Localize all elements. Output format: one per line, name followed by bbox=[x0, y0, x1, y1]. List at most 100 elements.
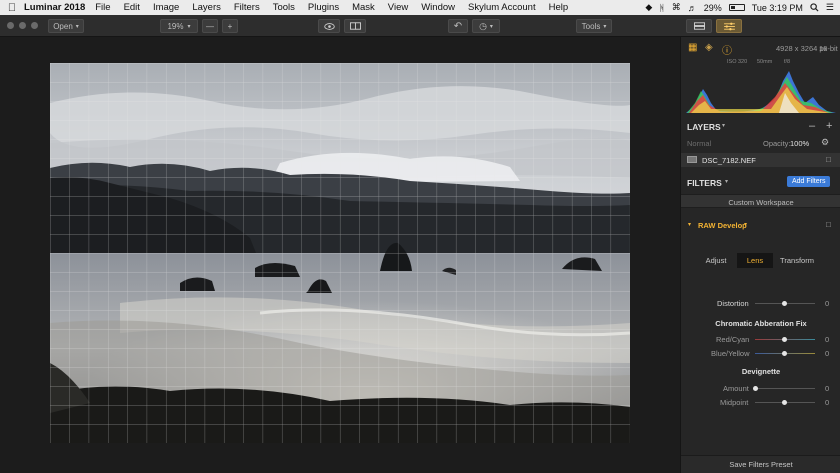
compare-button[interactable] bbox=[344, 19, 366, 33]
raw-tabs: Adjust Lens Transform bbox=[681, 253, 840, 268]
photo-image bbox=[50, 63, 630, 443]
save-filters-preset-button[interactable]: Save Filters Preset bbox=[681, 460, 840, 469]
notification-center-icon[interactable]: ☰ bbox=[826, 2, 834, 13]
panel-footer: Save Filters Preset bbox=[681, 455, 840, 473]
panel-icon-row: ▦ ◈ ⓘ 4928 x 3264 px 16-bit bbox=[681, 41, 840, 57]
menu-tools[interactable]: Tools bbox=[273, 2, 295, 13]
window-zoom-button[interactable] bbox=[31, 22, 38, 29]
tools-button[interactable]: Tools ▾ bbox=[576, 19, 612, 33]
history-icon: ◷ bbox=[479, 20, 487, 31]
bluetooth-icon[interactable]: ᚻ bbox=[659, 3, 664, 13]
volume-icon[interactable]: ♬ bbox=[688, 3, 697, 13]
distortion-value: 0 bbox=[825, 299, 830, 308]
raw-develop-header[interactable]: ▾ RAW Develop ▾ □ bbox=[681, 217, 840, 233]
red-cyan-slider[interactable] bbox=[755, 337, 815, 342]
chevron-down-icon: ▾ bbox=[187, 23, 191, 30]
menu-help[interactable]: Help bbox=[549, 2, 569, 13]
lock-icon[interactable]: □ bbox=[826, 220, 831, 229]
window-minimize-button[interactable] bbox=[19, 22, 26, 29]
red-cyan-slider-knob[interactable] bbox=[782, 337, 787, 342]
menu-app-name[interactable]: Luminar 2018 bbox=[24, 2, 85, 13]
amount-slider-row: Amount 0 bbox=[681, 382, 840, 394]
expand-triangle-icon: ▾ bbox=[688, 222, 692, 228]
opacity-label: Opacity: bbox=[763, 139, 791, 148]
filters-header: FILTERS ▾ Add Filters bbox=[681, 175, 840, 189]
menu-layers[interactable]: Layers bbox=[192, 2, 221, 13]
blend-mode-select[interactable]: Normal bbox=[687, 139, 711, 148]
layer-row[interactable]: DSC_7182.NEF □ bbox=[681, 153, 840, 167]
layers-icon[interactable]: ◈ bbox=[705, 42, 713, 53]
info-icon[interactable]: ⓘ bbox=[722, 42, 732, 57]
distortion-slider-knob[interactable] bbox=[782, 301, 787, 306]
tab-adjust[interactable]: Adjust bbox=[698, 253, 734, 268]
midpoint-slider-knob[interactable] bbox=[782, 400, 787, 405]
history-button[interactable]: ◷ ▾ bbox=[472, 19, 500, 33]
tools-label: Tools bbox=[581, 21, 601, 31]
clock[interactable]: Tue 3:19 PM bbox=[752, 3, 803, 13]
blue-yellow-slider[interactable] bbox=[755, 351, 815, 356]
battery-percent: 29% bbox=[703, 2, 722, 13]
workspace-select[interactable]: Custom Workspace bbox=[681, 194, 840, 208]
menu-skylum-account[interactable]: Skylum Account bbox=[468, 2, 536, 13]
zoom-select[interactable]: 19% ▾ bbox=[160, 19, 198, 33]
distortion-slider[interactable] bbox=[755, 301, 815, 306]
gear-icon[interactable]: ⚙ bbox=[821, 137, 829, 148]
zoom-in-button[interactable]: + bbox=[222, 19, 238, 33]
add-filters-button[interactable]: Add Filters bbox=[787, 176, 831, 187]
window-close-button[interactable] bbox=[7, 22, 14, 29]
menu-mask[interactable]: Mask bbox=[352, 2, 375, 13]
red-cyan-label: Red/Cyan bbox=[716, 335, 750, 344]
image-canvas[interactable] bbox=[0, 37, 680, 473]
raw-develop-title: RAW Develop bbox=[698, 221, 747, 230]
tab-lens[interactable]: Lens bbox=[737, 253, 773, 268]
presets-panel-button[interactable] bbox=[686, 19, 712, 33]
amount-label: Amount bbox=[723, 384, 749, 393]
battery-icon[interactable] bbox=[728, 4, 745, 11]
workspace-label: Custom Workspace bbox=[728, 198, 794, 207]
preview-button[interactable] bbox=[318, 19, 340, 33]
photo-coastal-landscape[interactable] bbox=[50, 63, 630, 443]
filters-panel-button[interactable] bbox=[716, 19, 742, 33]
distortion-slider-row: Distortion 0 bbox=[681, 297, 840, 309]
red-cyan-value: 0 bbox=[825, 335, 830, 344]
tab-transform[interactable]: Transform bbox=[775, 253, 819, 268]
menu-plugins[interactable]: Plugins bbox=[308, 2, 339, 13]
wifi-icon[interactable]: ⌘ bbox=[672, 2, 681, 13]
amount-slider-knob[interactable] bbox=[753, 386, 758, 391]
histogram-icon[interactable]: ▦ bbox=[688, 42, 697, 53]
blue-yellow-slider-knob[interactable] bbox=[782, 351, 787, 356]
grid-icon bbox=[693, 22, 705, 30]
menu-window[interactable]: Window bbox=[421, 2, 455, 13]
undo-button[interactable]: ↶ bbox=[448, 19, 468, 33]
zoom-out-button[interactable]: — bbox=[202, 19, 218, 33]
apple-icon[interactable]:  bbox=[0, 2, 24, 14]
blue-yellow-label: Blue/Yellow bbox=[711, 349, 750, 358]
layers-title[interactable]: LAYERS bbox=[687, 122, 721, 132]
eye-icon bbox=[323, 22, 335, 30]
midpoint-slider[interactable] bbox=[755, 400, 815, 405]
search-icon[interactable] bbox=[810, 3, 819, 12]
zoom-value: 19% bbox=[167, 21, 184, 31]
menu-file[interactable]: File bbox=[95, 2, 110, 13]
open-button[interactable]: Open ▾ bbox=[48, 19, 84, 33]
menu-edit[interactable]: Edit bbox=[124, 2, 140, 13]
amount-slider[interactable] bbox=[753, 386, 815, 391]
chromatic-aberration-title: Chromatic Abberation Fix bbox=[715, 319, 807, 328]
add-layer-button[interactable]: + bbox=[826, 120, 832, 132]
menu-view[interactable]: View bbox=[388, 2, 408, 13]
menu-filters[interactable]: Filters bbox=[234, 2, 260, 13]
filters-title[interactable]: FILTERS bbox=[687, 178, 722, 188]
layer-name: DSC_7182.NEF bbox=[702, 156, 756, 165]
lock-icon[interactable]: □ bbox=[826, 155, 831, 164]
opacity-value[interactable]: 100% bbox=[790, 139, 809, 148]
dropbox-icon[interactable]: ◆ bbox=[645, 2, 652, 13]
layer-thumbnail bbox=[687, 156, 697, 163]
zoom-out-label: — bbox=[206, 21, 214, 31]
menu-bar:  Luminar 2018 File Edit Image Layers Fi… bbox=[0, 0, 840, 15]
menu-image[interactable]: Image bbox=[153, 2, 179, 13]
midpoint-slider-row: Midpoint 0 bbox=[681, 396, 840, 408]
midpoint-value: 0 bbox=[825, 398, 830, 407]
chromatic-title-row: Chromatic Abberation Fix bbox=[681, 319, 840, 331]
remove-layer-button[interactable]: – bbox=[809, 120, 815, 132]
sliders-icon bbox=[723, 22, 735, 30]
